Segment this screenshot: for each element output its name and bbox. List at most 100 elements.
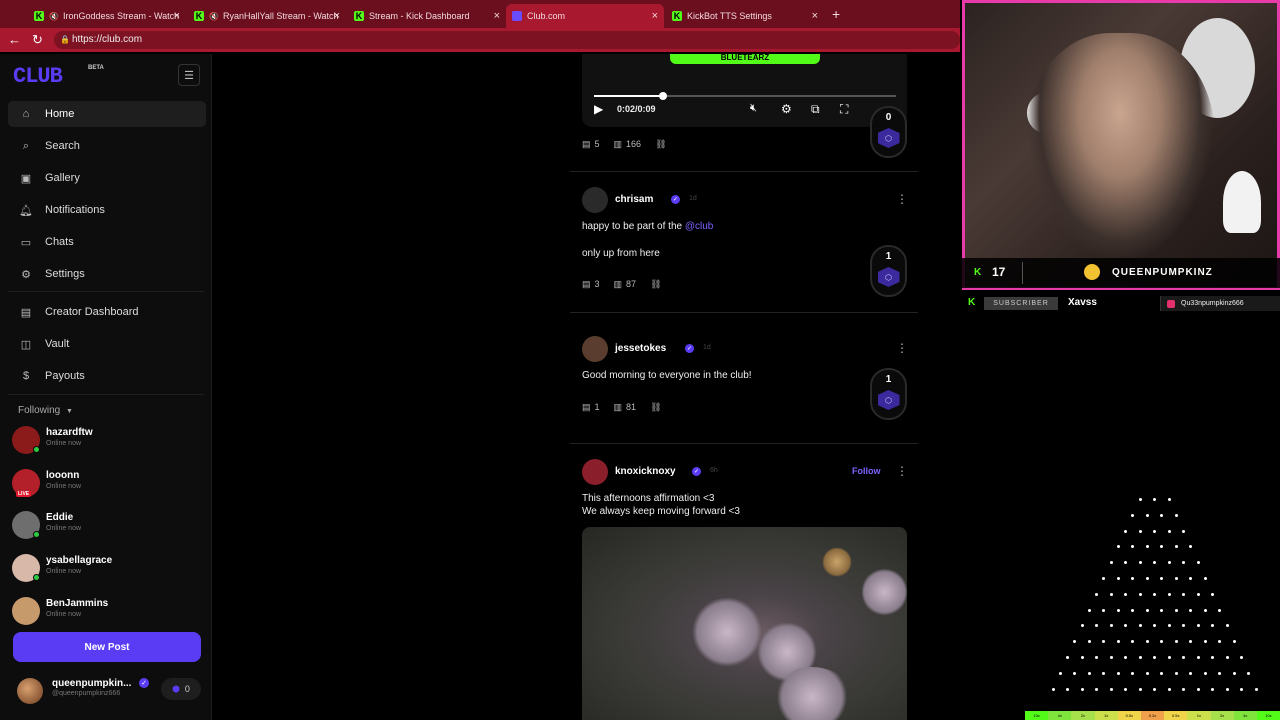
following-name: hazardftw	[46, 427, 93, 438]
points-badge[interactable]: ⬢ 0	[161, 678, 201, 700]
plinko-peg	[1182, 624, 1185, 628]
nav-creator-dashboard[interactable]: ▤ Creator Dashboard	[8, 299, 206, 325]
close-icon[interactable]: ×	[652, 10, 658, 22]
nav-notifications[interactable]: 🔔︎ Notifications	[8, 197, 206, 223]
new-post-button[interactable]: New Post	[13, 632, 201, 662]
nav-vault[interactable]: ◫ Vault	[8, 331, 206, 357]
more-icon[interactable]: ⋮	[896, 341, 908, 355]
post-username[interactable]: knoxicknoxy	[615, 466, 676, 477]
close-icon[interactable]: ×	[174, 10, 180, 22]
plinko-peg	[1138, 624, 1142, 628]
url-field[interactable]: 🔒 https://club.com	[54, 31, 960, 49]
fullscreen-icon[interactable]: ⛶	[840, 102, 848, 117]
more-icon[interactable]: ⋮	[896, 464, 908, 478]
plinko-peg	[1145, 545, 1149, 549]
browser-tab-kick-dashboard[interactable]: K Stream - Kick Dashboard ×	[348, 4, 506, 28]
vote-button[interactable]: 0 ⬡	[870, 106, 907, 158]
follow-button[interactable]: Follow	[852, 466, 881, 476]
following-item-eddie[interactable]: Eddie Online now	[12, 511, 202, 543]
plinko-peg	[1109, 592, 1113, 596]
comment-icon[interactable]: ▤	[582, 139, 591, 150]
close-icon[interactable]: ×	[334, 10, 340, 22]
plinko-peg	[1102, 608, 1106, 612]
link-icon[interactable]: ⛓	[650, 279, 661, 290]
plinko-peg	[1073, 671, 1077, 675]
video-player[interactable]: BLUETEARZ ▶ 0:02/0:09 🔇︎ ⚙ ⧉ ⛶	[582, 54, 907, 127]
avatar[interactable]	[582, 459, 608, 485]
plinko-peg	[1124, 592, 1127, 596]
more-icon[interactable]: ⋮	[896, 192, 908, 206]
nav-chats[interactable]: ▭ Chats	[8, 229, 206, 255]
nav-label: Chats	[45, 236, 74, 248]
progress-handle[interactable]	[659, 92, 668, 100]
plinko-peg	[1203, 671, 1207, 675]
plinko-peg	[1124, 561, 1127, 565]
kick-icon: K	[974, 267, 982, 278]
video-progress[interactable]	[594, 95, 896, 97]
post-image[interactable]	[582, 527, 907, 720]
link-icon[interactable]: ⛓	[655, 139, 666, 150]
comment-icon[interactable]: ▤	[582, 279, 591, 290]
avatar[interactable]	[582, 336, 608, 362]
browser-tab-bar: K 🔇 IronGoddess Stream - Watch × K 🔇 Rya…	[0, 0, 960, 28]
nav-gallery[interactable]: ▣ Gallery	[8, 165, 206, 191]
following-toggle[interactable]: Following ▼	[18, 405, 73, 416]
nav-search[interactable]: ⌕ Search	[8, 133, 206, 159]
viewer-count: 17	[992, 265, 1006, 279]
mute-icon[interactable]: 🔇︎	[750, 102, 757, 115]
gear-icon[interactable]: ⚙	[781, 102, 792, 116]
following-item-benjammins[interactable]: BenJammins Online now	[12, 597, 202, 629]
following-item-ysabellagrace[interactable]: ysabellagrace Online now	[12, 554, 202, 586]
new-tab-button[interactable]: +	[832, 6, 840, 22]
avatar[interactable]	[582, 187, 608, 213]
nav-home[interactable]: ⌂ Home	[8, 101, 206, 127]
search-icon: ⌕	[22, 139, 30, 152]
browser-tab-irongoddess[interactable]: K 🔇 IronGoddess Stream - Watch ×	[28, 4, 186, 28]
gear-icon: ⚙	[21, 268, 31, 281]
vote-button[interactable]: 1 ⬡	[870, 368, 907, 420]
link-icon[interactable]: ⛓	[650, 402, 661, 413]
reload-icon[interactable]: ↻	[32, 32, 43, 48]
play-icon[interactable]: ▶	[594, 102, 603, 116]
plinko-peg	[1131, 545, 1135, 549]
gem-icon: ⬢	[172, 683, 180, 694]
plinko-slot: 1x	[1187, 711, 1211, 720]
mention-link[interactable]: @club	[685, 221, 714, 232]
plinko-peg	[1102, 577, 1106, 580]
post-username[interactable]: jessetokes	[615, 343, 666, 354]
plinko-peg	[1167, 687, 1171, 691]
plinko-peg	[1066, 656, 1069, 659]
menu-icon[interactable]: ☰	[178, 64, 200, 86]
browser-tab-club[interactable]: Club.com ×	[506, 4, 664, 28]
plinko-peg	[1247, 671, 1251, 675]
muted-icon: 🔇	[49, 11, 59, 21]
progress-fill	[594, 95, 664, 97]
pip-icon[interactable]: ⧉	[811, 102, 820, 117]
close-icon[interactable]: ×	[494, 10, 500, 22]
channel-name: QUEENPUMPKINZ	[1112, 267, 1213, 278]
post-username[interactable]: chrisam	[615, 194, 653, 205]
comment-icon[interactable]: ▤	[582, 402, 591, 413]
following-status: Online now	[46, 568, 82, 575]
current-user[interactable]: queenpumpkin... ✓ @queenpumpkinz666 ⬢ 0	[13, 674, 203, 708]
streamer	[1025, 33, 1215, 263]
close-icon[interactable]: ×	[812, 10, 818, 22]
vote-button[interactable]: 1 ⬡	[870, 245, 907, 297]
gem-icon: ⬡	[877, 267, 900, 287]
plinko-peg	[1182, 561, 1185, 565]
user-name: queenpumpkin...	[52, 678, 132, 689]
following-item-hazardftw[interactable]: hazardftw Online now	[12, 426, 202, 458]
tab-title: Stream - Kick Dashboard	[369, 11, 470, 21]
nav-settings[interactable]: ⚙ Settings	[8, 261, 206, 287]
back-icon[interactable]: ←	[8, 32, 21, 47]
browser-tab-ryanhallyall[interactable]: K 🔇 RyanHallYall Stream - Watch ×	[188, 4, 346, 28]
dashboard-icon: ▤	[20, 306, 32, 319]
plinko-peg	[1174, 608, 1178, 612]
nav-payouts[interactable]: $ Payouts	[8, 363, 206, 389]
browser-tab-kickbot[interactable]: K KickBot TTS Settings ×	[666, 4, 824, 28]
plinko-peg	[1189, 671, 1193, 675]
gem-icon: ⬡	[877, 128, 900, 148]
club-logo[interactable]: CLUB	[13, 64, 63, 89]
views-icon: ▥	[613, 138, 623, 149]
following-item-looonn[interactable]: LIVE looonn Online now	[12, 469, 202, 501]
